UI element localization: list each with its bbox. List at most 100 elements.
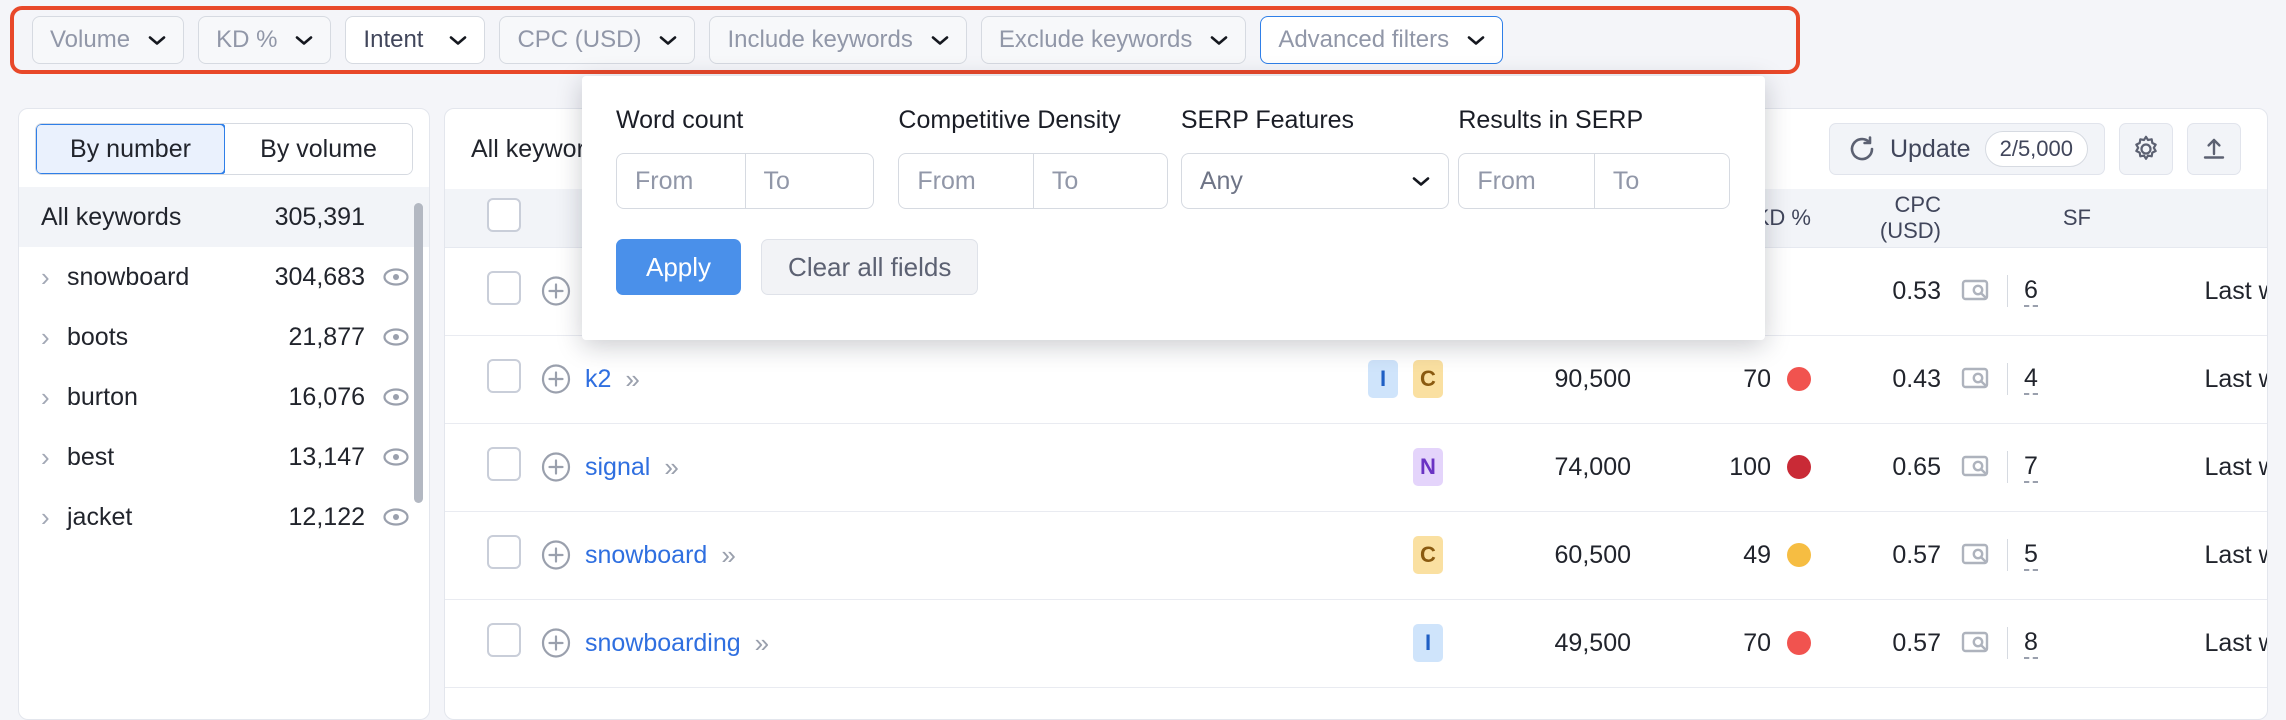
keyword-link[interactable]: signal <box>585 453 650 482</box>
sidebar-scrollbar-thumb[interactable] <box>414 203 423 503</box>
export-button[interactable] <box>2187 123 2241 175</box>
chevron-right-icon[interactable]: › <box>41 382 67 413</box>
row-sf-cell: 7 <box>1951 423 2101 511</box>
row-cpc-cell: 0.57 <box>1821 511 1951 599</box>
all-keywords-count: 305,391 <box>275 203 365 232</box>
results-in-serp-from-input[interactable] <box>1459 154 1594 208</box>
update-button[interactable]: Update 2/5,000 <box>1829 123 2105 175</box>
intent-badge-navigational[interactable]: N <box>1413 448 1443 486</box>
sidebar-item-best[interactable]: › best 13,147 <box>19 427 429 487</box>
sidebar-item-boots[interactable]: › boots 21,877 <box>19 307 429 367</box>
row-intent-cell: I C <box>1231 335 1461 423</box>
add-keyword-icon[interactable] <box>541 540 571 570</box>
kd-status-dot <box>1787 631 1811 655</box>
select-all-header <box>445 189 531 247</box>
row-select-cell <box>445 423 531 511</box>
filter-volume-label: Volume <box>50 26 130 54</box>
serp-preview-icon[interactable] <box>1961 542 1991 568</box>
row-cpc-cell: 0.65 <box>1821 423 1951 511</box>
filter-kd[interactable]: KD % <box>198 16 331 64</box>
sf-count[interactable]: 8 <box>2024 628 2038 659</box>
serp-preview-icon[interactable] <box>1961 278 1991 304</box>
filter-exclude-keywords-label: Exclude keywords <box>999 26 1192 54</box>
clear-all-fields-button[interactable]: Clear all fields <box>761 239 978 295</box>
filter-volume[interactable]: Volume <box>32 16 184 64</box>
sort-segmented-control[interactable]: By number By volume <box>35 123 413 175</box>
apply-button[interactable]: Apply <box>616 239 741 295</box>
segment-by-number[interactable]: By number <box>35 123 226 175</box>
row-checkbox[interactable] <box>487 623 521 657</box>
segment-by-volume[interactable]: By volume <box>225 124 412 174</box>
sf-count[interactable]: 4 <box>2024 364 2038 395</box>
chevron-right-icon[interactable]: › <box>41 502 67 533</box>
kd-cell-content: 70 <box>1743 365 1811 394</box>
add-keyword-icon[interactable] <box>541 452 571 482</box>
row-checkbox[interactable] <box>487 535 521 569</box>
sf-count[interactable]: 5 <box>2024 540 2038 571</box>
filter-intent[interactable]: Intent <box>345 16 485 64</box>
eye-icon[interactable] <box>379 328 409 346</box>
competitive-density-from-input[interactable] <box>899 154 1033 208</box>
gear-icon <box>2132 135 2160 163</box>
row-checkbox[interactable] <box>487 447 521 481</box>
row-keyword-cell: signal » <box>531 423 1231 511</box>
table-row[interactable]: snowboard » C 60,500 49 0.57 <box>445 511 2268 599</box>
serp-preview-icon[interactable] <box>1961 630 1991 656</box>
results-in-serp-to-input[interactable] <box>1595 154 1730 208</box>
eye-icon[interactable] <box>379 448 409 466</box>
sidebar-item-jacket[interactable]: › jacket 12,122 <box>19 487 429 547</box>
eye-icon[interactable] <box>379 268 409 286</box>
chevron-right-icon[interactable]: › <box>41 442 67 473</box>
serp-preview-icon[interactable] <box>1961 454 1991 480</box>
serp-features-select[interactable]: Any <box>1181 153 1449 209</box>
sf-count[interactable]: 6 <box>2024 276 2038 307</box>
sidebar-item-snowboard[interactable]: › snowboard 304,683 <box>19 247 429 307</box>
table-row[interactable]: snowboarding » I 49,500 70 0.57 <box>445 599 2268 687</box>
add-keyword-icon[interactable] <box>541 628 571 658</box>
add-keyword-icon[interactable] <box>541 364 571 394</box>
sf-count[interactable]: 7 <box>2024 452 2038 483</box>
group-count: 304,683 <box>275 263 365 292</box>
header-cpc[interactable]: CPC (USD) <box>1821 189 1951 247</box>
competitive-density-to-input[interactable] <box>1034 154 1168 208</box>
keyword-link[interactable]: snowboarding <box>585 629 741 658</box>
eye-icon[interactable] <box>379 508 409 526</box>
keyword-expand-icon[interactable]: » <box>755 628 769 659</box>
sidebar-item-burton[interactable]: › burton 16,076 <box>19 367 429 427</box>
chevron-right-icon[interactable]: › <box>41 322 67 353</box>
keyword-expand-icon[interactable]: » <box>664 452 678 483</box>
chevron-right-icon[interactable]: › <box>41 262 67 293</box>
intent-badge-commercial[interactable]: C <box>1413 360 1443 398</box>
header-sf[interactable]: SF <box>1951 189 2101 247</box>
add-keyword-icon[interactable] <box>541 276 571 306</box>
group-name: best <box>67 443 289 472</box>
competitive-density-range[interactable] <box>898 153 1168 209</box>
word-count-range[interactable] <box>616 153 874 209</box>
filter-exclude-keywords[interactable]: Exclude keywords <box>981 16 1246 64</box>
keyword-expand-icon[interactable]: » <box>625 364 639 395</box>
intent-badge-informational[interactable]: I <box>1413 624 1443 662</box>
header-updated[interactable]: Updated <box>2101 189 2268 247</box>
table-row[interactable]: k2 » I C 90,500 70 <box>445 335 2268 423</box>
settings-button[interactable] <box>2119 123 2173 175</box>
word-count-from-input[interactable] <box>617 154 745 208</box>
intent-badge-commercial[interactable]: C <box>1413 536 1443 574</box>
table-row[interactable]: signal » N 74,000 100 0.65 <box>445 423 2268 511</box>
serp-preview-icon[interactable] <box>1961 366 1991 392</box>
filter-advanced-filters[interactable]: Advanced filters <box>1260 16 1503 64</box>
keyword-link[interactable]: snowboard <box>585 541 707 570</box>
keyword-link[interactable]: k2 <box>585 365 611 394</box>
word-count-to-input[interactable] <box>746 154 874 208</box>
intent-badge-informational[interactable]: I <box>1368 360 1398 398</box>
row-cpc-cell: 0.53 <box>1821 247 1951 335</box>
filter-cpc[interactable]: CPC (USD) <box>499 16 695 64</box>
keyword-expand-icon[interactable]: » <box>721 540 735 571</box>
row-checkbox[interactable] <box>487 271 521 305</box>
filter-include-keywords[interactable]: Include keywords <box>709 16 966 64</box>
eye-icon[interactable] <box>379 388 409 406</box>
select-all-checkbox[interactable] <box>487 198 521 232</box>
row-checkbox[interactable] <box>487 359 521 393</box>
results-in-serp-range[interactable] <box>1458 153 1730 209</box>
sidebar-item-all-keywords[interactable]: All keywords 305,391 <box>19 187 429 247</box>
chevron-down-icon <box>1210 35 1228 46</box>
